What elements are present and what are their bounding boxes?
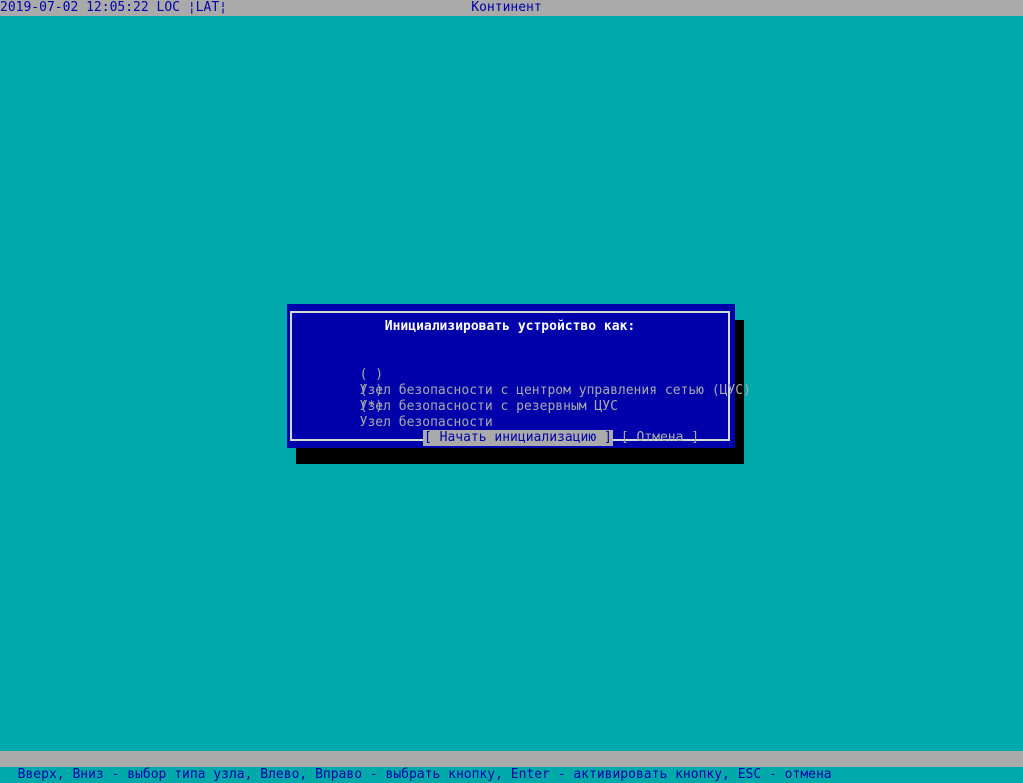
option-label: Узел безопасности с центром управления с… [359, 383, 751, 398]
radio-marker: ( ) [359, 383, 384, 398]
option-label: Узел безопасности с резервным ЦУС [359, 399, 618, 414]
dialog-title: Инициализировать устройство как: [384, 319, 636, 334]
dialog-buttons: [ Начать инициализацию ] [ Отмена ] [376, 415, 700, 461]
start-init-button[interactable]: [ Начать инициализацию ] [422, 430, 613, 446]
option-node-with-cus[interactable]: ( ) Узел безопасности с центром управлен… [297, 351, 751, 398]
dialog-frame: Инициализировать устройство как: ( ) Узе… [290, 311, 751, 446]
init-dialog: Инициализировать устройство как: ( ) Узе… [287, 304, 751, 448]
node-type-options: ( ) Узел безопасности с центром управлен… [297, 351, 751, 430]
radio-marker: ( ) [359, 367, 384, 382]
keyboard-hint: Вверх, Вниз - выбор типа узла, Влево, Вп… [17, 767, 832, 782]
bottom-hint-bar: Вверх, Вниз - выбор типа узла, Влево, Вп… [0, 751, 1023, 782]
app-title: Континент [471, 0, 542, 15]
radio-marker-selected: (*) [359, 399, 384, 414]
cancel-button[interactable]: [ Отмена ] [620, 430, 700, 446]
top-status-bar: 2019-07-02 12:05:22 LOC ¦LAT¦ Континент [0, 0, 1023, 16]
